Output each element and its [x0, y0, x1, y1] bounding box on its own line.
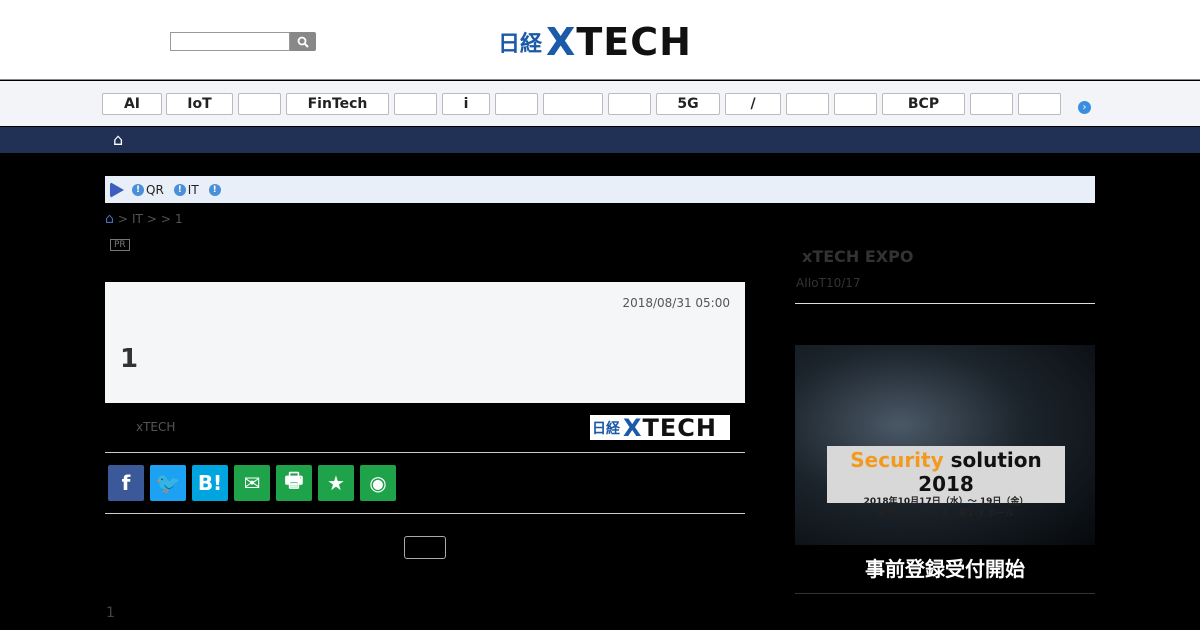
banner-caption: Security solution 2018 2018年10月17日（水）～ 1…	[827, 446, 1065, 519]
more-button[interactable]	[404, 536, 446, 559]
home-icon[interactable]: ⌂	[113, 130, 123, 149]
logo-text: XTECH	[623, 413, 717, 442]
pr-badge: PR	[110, 239, 130, 251]
share-buttons: f 🐦 B! ✉ 🖶 ★ ◉	[108, 465, 396, 501]
facebook-share-button[interactable]: f	[108, 465, 144, 501]
nav-item[interactable]	[543, 93, 603, 115]
registration-cta[interactable]: 事前登録受付開始	[795, 553, 1095, 582]
search-input[interactable]	[170, 32, 290, 51]
search-icon	[297, 36, 309, 48]
article-header: 2018/08/31 05:00 1	[105, 282, 745, 403]
twitter-icon: 🐦	[155, 471, 181, 495]
nav-item[interactable]: FinTech	[286, 93, 389, 115]
home-icon[interactable]: ⌂	[105, 211, 114, 227]
watch-share-button[interactable]: ◉	[360, 465, 396, 501]
alert-icon: !	[173, 183, 186, 196]
nav-item[interactable]	[495, 93, 538, 115]
chevron-right-icon[interactable]: ›	[1078, 101, 1091, 114]
logo-jp: 日経	[592, 420, 620, 437]
breadcrumb-separator: >	[146, 212, 157, 226]
divider	[105, 452, 745, 453]
divider	[795, 593, 1095, 594]
breadcrumb-separator: >	[160, 212, 171, 226]
expo-subtitle: AIIoT10/17	[796, 276, 861, 290]
logo-jp: 日経	[498, 32, 543, 57]
nav-item[interactable]	[834, 93, 877, 115]
nav-item[interactable]	[786, 93, 829, 115]
publisher-logo: 日経 XTECH	[590, 413, 730, 442]
print-icon: 🖶	[284, 468, 304, 492]
nav-item[interactable]: 5G	[656, 93, 720, 115]
search-button[interactable]	[290, 32, 316, 51]
article-author: xTECH	[136, 420, 176, 434]
breadcrumb-separator: >	[117, 212, 128, 226]
site-logo[interactable]: 日経 XTECH	[498, 20, 692, 64]
twitter-share-button[interactable]: 🐦	[150, 465, 186, 501]
nav-item[interactable]: IoT	[166, 93, 233, 115]
mail-icon: ✉	[243, 471, 261, 495]
nav-item[interactable]: AI	[102, 93, 162, 115]
banner-title: Security solution 2018	[850, 448, 1042, 496]
arrow-icon	[110, 181, 124, 198]
favorite-icon: ★	[327, 471, 345, 495]
article-title: 1	[120, 344, 139, 374]
nav-item[interactable]: /	[725, 93, 781, 115]
facebook-icon: f	[121, 471, 131, 495]
mail-share-button[interactable]: ✉	[234, 465, 270, 501]
notice-item[interactable]: IT	[188, 183, 199, 197]
article-date: 2018/08/31 05:00	[622, 296, 730, 310]
alert-icon: !	[208, 183, 221, 196]
logo-text: XTECH	[546, 20, 692, 64]
page-number: 1	[106, 605, 115, 621]
category-nav: AI IoT FinTech i 5G / BCP	[0, 81, 1200, 126]
hatena-icon: B!	[197, 471, 223, 495]
divider	[795, 303, 1095, 304]
main-menu-bar	[0, 127, 1200, 153]
security-solution-banner[interactable]: Security solution 2018 2018年10月17日（水）～ 1…	[795, 345, 1095, 545]
nav-item[interactable]	[238, 93, 281, 115]
watch-icon: ◉	[369, 471, 387, 495]
print-share-button[interactable]: 🖶	[276, 465, 312, 501]
divider	[105, 513, 745, 514]
hatena-share-button[interactable]: B!	[192, 465, 228, 501]
nav-item[interactable]	[1018, 93, 1061, 115]
breadcrumb: ⌂ > IT > > 1	[105, 211, 183, 227]
expo-title[interactable]: xTECH EXPO	[802, 247, 913, 266]
notice-item[interactable]: QR	[146, 183, 164, 197]
favorite-share-button[interactable]: ★	[318, 465, 354, 501]
alert-icon: !	[132, 183, 144, 196]
breadcrumb-link[interactable]: IT	[132, 212, 143, 226]
nav-item[interactable]: i	[442, 93, 490, 115]
breadcrumb-current: 1	[174, 212, 183, 226]
nav-item[interactable]	[970, 93, 1013, 115]
banner-venue: 東京ビッグサイト 東1-3 ホール	[877, 509, 1015, 519]
nav-item[interactable]	[608, 93, 651, 115]
nav-item[interactable]	[394, 93, 437, 115]
nav-item[interactable]: BCP	[882, 93, 965, 115]
notice-bar: ! QR ! IT !	[105, 176, 1095, 203]
banner-date: 2018年10月17日（水）～ 19日（金）	[863, 497, 1029, 507]
